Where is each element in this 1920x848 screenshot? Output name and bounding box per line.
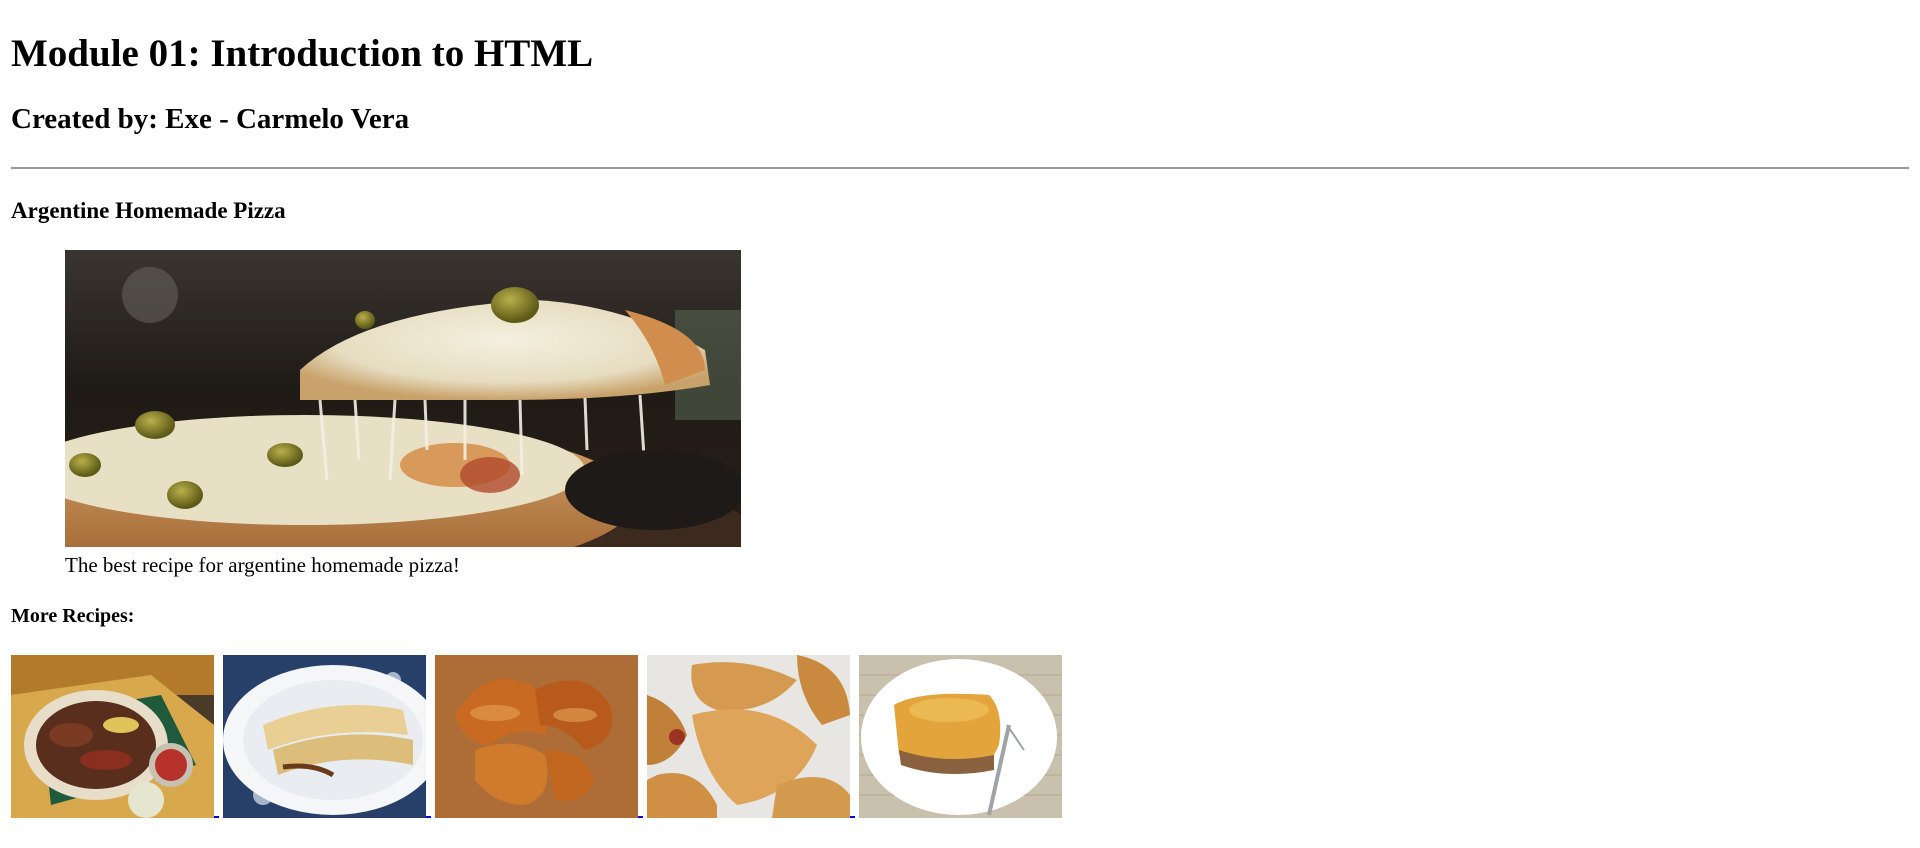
recipe-heading: Argentine Homemade Pizza [11,198,286,223]
pizza-photo [65,250,741,547]
recipe-link-asado[interactable] [11,655,223,818]
link-underline [850,814,855,818]
crepes-photo [223,655,426,818]
more-recipes-gallery [11,655,1909,818]
page-title: Module 01: Introduction to HTML [11,32,594,75]
link-underline [214,814,219,818]
more-recipes-heading: More Recipes: [11,605,135,627]
recipe-link-empanadas[interactable] [647,655,859,818]
croissants-photo [435,655,638,818]
recipe-link-crepes[interactable] [223,655,435,818]
recipe-caption: The best recipe for argentine homemade p… [65,553,460,577]
page: Module 01: Introduction to HTML Created … [0,0,1920,818]
recipe-link-croissants[interactable] [435,655,647,818]
asado-photo [11,655,214,818]
pastel-de-papa-photo [859,655,1062,818]
recipe-figure: The best recipe for argentine homemade p… [65,250,1909,578]
recipe-link-pastel-de-papa[interactable] [859,655,1062,818]
empanadas-photo [647,655,850,818]
link-underline [426,814,431,818]
link-underline [638,814,643,818]
author-line: Created by: Exe - Carmelo Vera [11,103,410,135]
